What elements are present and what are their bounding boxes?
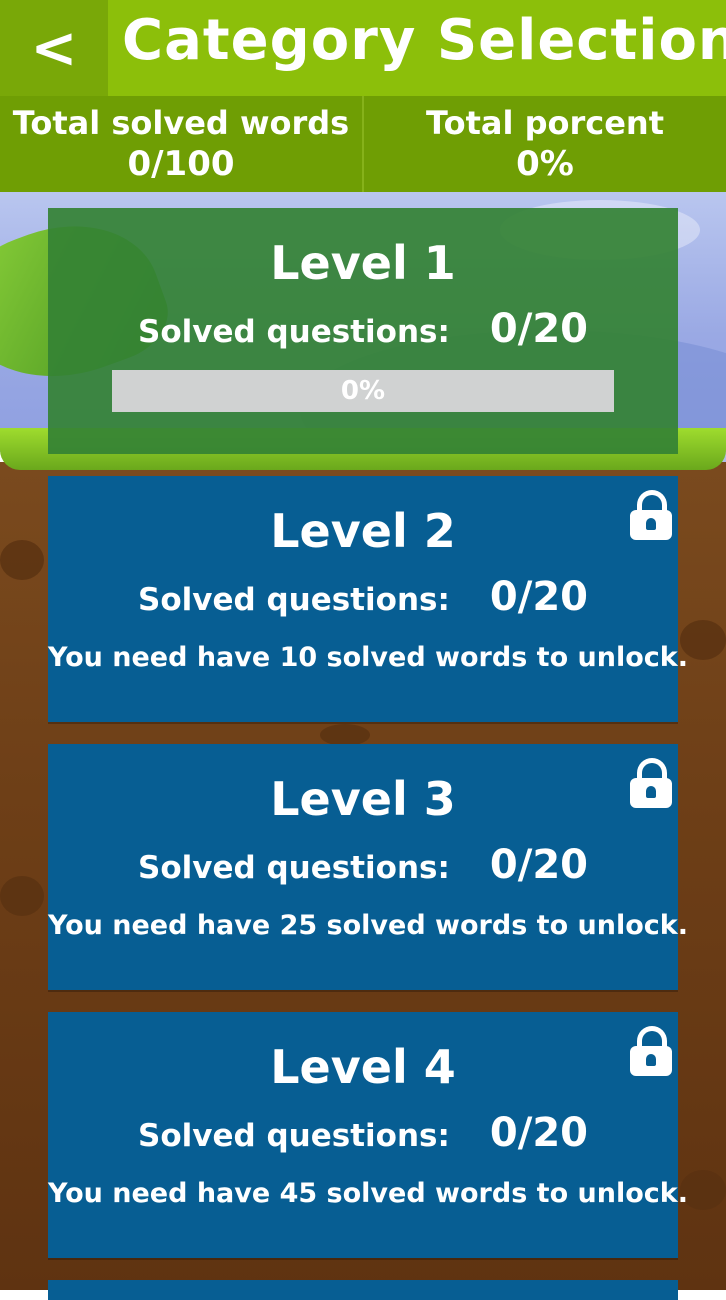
progress-text: 0% bbox=[340, 376, 386, 406]
level-title: Level 3 bbox=[270, 772, 456, 826]
solved-row: Solved questions: 0/20 bbox=[48, 1110, 678, 1156]
level-card-1[interactable]: Level 1 Solved questions: 0/20 0% bbox=[48, 208, 678, 454]
level-card-4[interactable]: Level 4 Solved questions: 0/20 You need … bbox=[48, 1012, 688, 1258]
header-bar: < Category Selection bbox=[0, 0, 726, 96]
lock-icon bbox=[630, 1026, 672, 1076]
solved-label: Solved questions: bbox=[138, 582, 450, 618]
stat-value: 0% bbox=[516, 144, 574, 184]
solved-label: Solved questions: bbox=[138, 1118, 450, 1154]
stat-total-solved: Total solved words 0/100 bbox=[0, 96, 362, 192]
solved-row: Solved questions: 0/20 bbox=[48, 842, 678, 888]
page-title: Category Selection bbox=[122, 8, 726, 73]
stats-bar: Total solved words 0/100 Total porcent 0… bbox=[0, 96, 726, 192]
back-button[interactable]: < bbox=[0, 0, 108, 96]
progress-bar: 0% bbox=[112, 370, 614, 412]
level-title: Level 1 bbox=[270, 236, 456, 290]
solved-label: Solved questions: bbox=[138, 850, 450, 886]
rock bbox=[0, 540, 44, 580]
stat-label: Total porcent bbox=[426, 104, 664, 142]
lock-icon bbox=[630, 758, 672, 808]
level-title: Level 4 bbox=[270, 1040, 456, 1094]
unlock-requirement: You need have 10 solved words to unlock. bbox=[48, 642, 688, 673]
solved-count: 0/20 bbox=[489, 574, 588, 620]
level-title: Level 2 bbox=[270, 504, 456, 558]
level-card-2[interactable]: Level 2 Solved questions: 0/20 You need … bbox=[48, 476, 688, 722]
back-arrow-icon[interactable]: < bbox=[31, 16, 78, 81]
stat-value: 0/100 bbox=[127, 144, 235, 184]
level-card-5-partial[interactable] bbox=[48, 1280, 678, 1300]
unlock-requirement: You need have 45 solved words to unlock. bbox=[48, 1178, 688, 1209]
stat-label: Total solved words bbox=[12, 104, 350, 142]
unlock-requirement: You need have 25 solved words to unlock. bbox=[48, 910, 688, 941]
solved-count: 0/20 bbox=[489, 842, 588, 888]
solved-row: Solved questions: 0/20 bbox=[48, 574, 678, 620]
solved-row: Solved questions: 0/20 bbox=[48, 306, 678, 352]
solved-label: Solved questions: bbox=[138, 314, 450, 350]
solved-count: 0/20 bbox=[489, 306, 588, 352]
rock bbox=[0, 876, 44, 916]
stat-total-percent: Total porcent 0% bbox=[362, 96, 726, 192]
level-card-3[interactable]: Level 3 Solved questions: 0/20 You need … bbox=[48, 744, 688, 990]
rock bbox=[320, 724, 370, 746]
lock-icon bbox=[630, 490, 672, 540]
solved-count: 0/20 bbox=[489, 1110, 588, 1156]
